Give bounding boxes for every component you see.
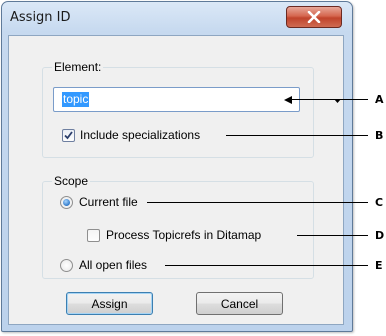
element-group-label: Element:: [52, 60, 104, 74]
callout-c: C: [375, 196, 384, 209]
current-file-label[interactable]: Current file: [79, 195, 138, 209]
callout-line-b: [226, 135, 368, 136]
callout-e: E: [375, 259, 383, 272]
callout-line-d: [297, 235, 368, 236]
process-topicrefs-label[interactable]: Process Topicrefs in Ditamap: [106, 228, 261, 242]
include-specializations-label[interactable]: Include specializations: [80, 128, 200, 142]
all-open-files-radio[interactable]: [60, 259, 73, 272]
cancel-button[interactable]: Cancel: [196, 292, 283, 315]
close-button[interactable]: [286, 6, 342, 28]
checkmark-icon: [64, 131, 73, 140]
element-group: [42, 67, 314, 158]
dialog-title: Assign ID: [10, 10, 71, 25]
current-file-radio[interactable]: [60, 196, 73, 209]
element-input[interactable]: topic: [53, 87, 341, 112]
callout-b: B: [375, 129, 384, 142]
element-input-value: topic: [62, 92, 90, 107]
callout-arrow-a: [284, 96, 292, 104]
process-topicrefs-checkbox[interactable]: [87, 229, 100, 242]
assign-button[interactable]: Assign: [66, 292, 153, 315]
callout-line-c: [147, 202, 368, 203]
include-specializations-checkbox[interactable]: [62, 129, 75, 142]
callout-line-e: [165, 265, 368, 266]
scope-group-label: Scope: [52, 174, 91, 188]
all-open-files-label[interactable]: All open files: [79, 258, 147, 272]
callout-a: A: [375, 93, 384, 106]
close-icon: [307, 11, 321, 23]
callout-d: D: [375, 229, 385, 242]
callout-line-a: [292, 99, 368, 100]
